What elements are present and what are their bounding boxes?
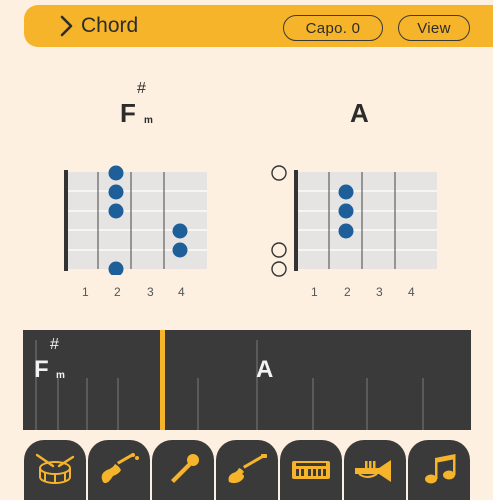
- finger-dots: [338, 184, 354, 239]
- microphone-icon: [171, 454, 199, 483]
- tab-guitar[interactable]: [216, 440, 278, 500]
- timeline-beat-lines: [35, 330, 424, 430]
- tab-bass[interactable]: [88, 440, 150, 500]
- tab-vocals[interactable]: [152, 440, 214, 500]
- bass-guitar-icon: [101, 453, 139, 484]
- trumpet-icon: [355, 460, 391, 482]
- timeline-chord-2-root: A: [256, 356, 274, 383]
- chord-quality: m: [144, 115, 153, 126]
- header-bar: Chord Capo. 0 View: [24, 5, 493, 47]
- tab-keyboard[interactable]: [280, 440, 342, 500]
- open-string-markers: [271, 165, 287, 277]
- timeline-chord-1-accidental: #: [50, 336, 59, 353]
- drum-icon: [35, 453, 75, 484]
- chord-root: A: [350, 98, 369, 128]
- timeline-chord-1-quality: m: [56, 370, 65, 381]
- instrument-tabs: [24, 440, 472, 500]
- chord-timeline[interactable]: F # m A: [23, 330, 471, 430]
- playhead: [160, 330, 165, 430]
- chord-root: F: [120, 98, 136, 128]
- music-note-icon: [425, 454, 456, 484]
- timeline-chord-1-root: F: [34, 356, 49, 383]
- chord-diagram-2[interactable]: [268, 165, 443, 280]
- chord-accidental: #: [137, 80, 146, 97]
- view-button[interactable]: View: [398, 15, 470, 41]
- capo-button[interactable]: Capo. 0: [283, 15, 383, 41]
- tab-brass[interactable]: [344, 440, 406, 500]
- chevron-right-icon[interactable]: [54, 14, 78, 38]
- chord-diagram-1[interactable]: [60, 165, 210, 275]
- electric-guitar-icon: [228, 454, 267, 484]
- tab-melody[interactable]: [408, 440, 470, 500]
- page-title: Chord: [81, 14, 139, 37]
- keyboard-icon: [292, 461, 330, 479]
- tab-drums[interactable]: [24, 440, 86, 500]
